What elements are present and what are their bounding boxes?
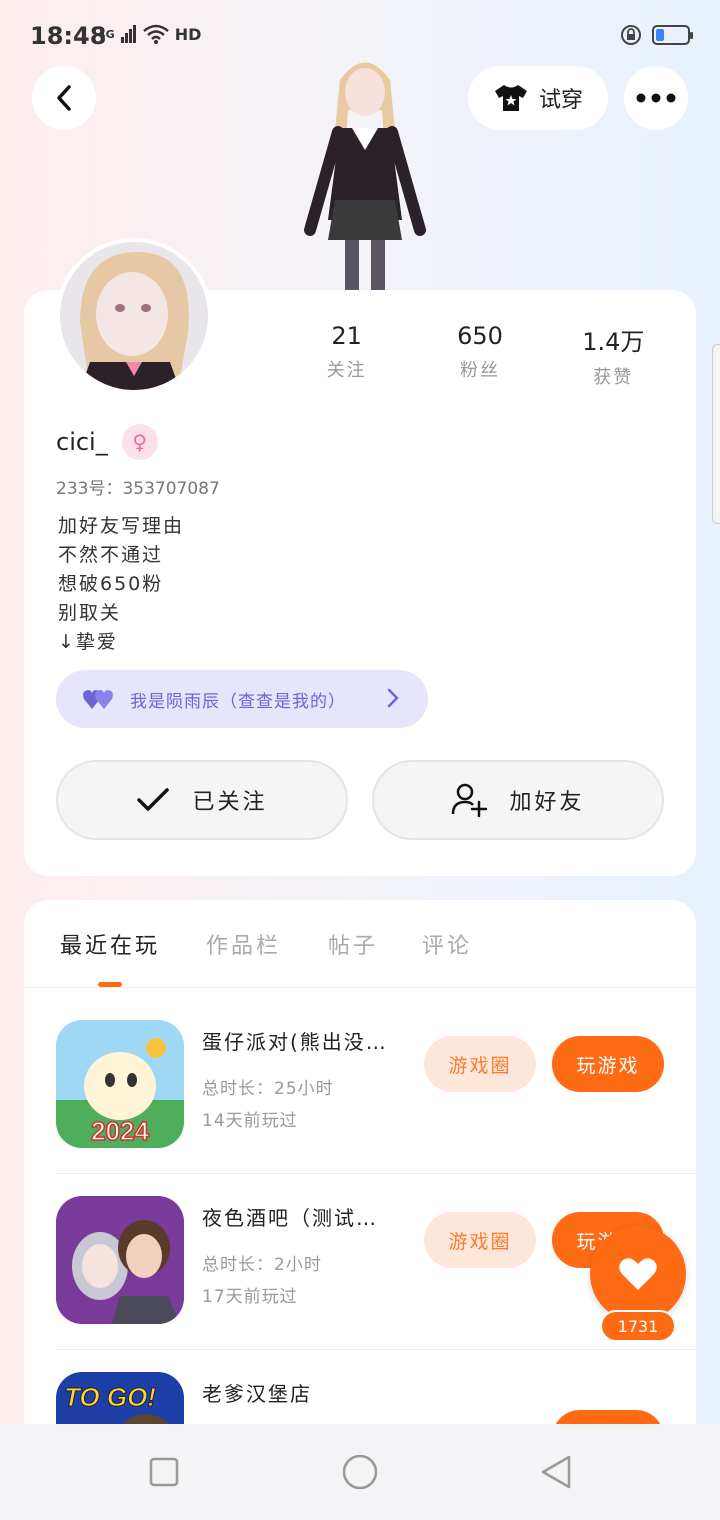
check-icon: [137, 788, 170, 811]
add-friend-label: 加好友: [509, 790, 585, 815]
circle-icon: [342, 1454, 378, 1490]
user-id[interactable]: 233号：353707087: [56, 474, 220, 499]
stat-followers[interactable]: 650 粉丝: [413, 322, 546, 389]
followers-count: 650: [457, 322, 503, 350]
game-icon-night-bar[interactable]: [56, 1196, 184, 1324]
try-on-button[interactable]: 试穿: [468, 66, 608, 130]
signal-icon: [120, 25, 136, 43]
wifi-icon: [142, 24, 169, 44]
games-card: 最近在玩 作品栏 帖子 评论 2024 蛋仔派对(熊出没… 总时长：25小时 1…: [24, 900, 696, 1440]
game-icon-text: TO GO!: [64, 1382, 156, 1412]
status-time: 18:48: [30, 22, 107, 50]
cp-relationship-pill[interactable]: 我是陨雨辰（查查是我的）: [56, 670, 428, 728]
following-label: 关注: [326, 360, 367, 381]
profile-stats: 21 关注 650 粉丝 1.4万 获赞: [280, 322, 680, 389]
bio-line: 加好友写理由: [58, 515, 185, 537]
tab-works[interactable]: 作品栏: [206, 928, 281, 960]
status-icons: 4G HD: [98, 24, 201, 44]
recent-apps-button[interactable]: [142, 1450, 186, 1494]
female-gender-icon: ♀: [121, 424, 158, 460]
game-total-time: 总时长：2小时: [202, 1255, 322, 1275]
tshirt-icon: [494, 85, 527, 111]
tab-bar: 最近在玩 作品栏 帖子 评论: [24, 900, 696, 988]
play-game-button[interactable]: 玩游戏: [552, 1036, 664, 1092]
more-dots-icon: [636, 93, 676, 103]
bio-line: 想破650粉: [58, 573, 164, 595]
chevron-right-icon: [387, 688, 399, 708]
username: cici_: [56, 428, 108, 456]
game-last-played: 14天前玩过: [202, 1111, 298, 1131]
add-user-icon: [452, 783, 488, 818]
bio-line: 别取关: [58, 602, 122, 624]
active-tab-indicator: [98, 982, 122, 987]
tab-recently-played[interactable]: 最近在玩: [60, 928, 160, 960]
game-icon-eggy-party[interactable]: 2024: [56, 1020, 184, 1148]
name-row: cici_ ♀: [56, 424, 158, 460]
bio-line: 不然不通过: [58, 544, 164, 566]
bio-line: ↓挚爱: [58, 631, 118, 653]
following-count: 21: [331, 322, 362, 350]
game-circle-button[interactable]: 游戏圈: [424, 1212, 536, 1268]
square-icon: [149, 1457, 179, 1487]
game-icon-text: 2024: [91, 1116, 149, 1146]
following-button[interactable]: 已关注: [56, 760, 348, 840]
stat-following[interactable]: 21 关注: [280, 322, 413, 389]
likes-count: 1.4万: [582, 328, 645, 356]
cp-text: 我是陨雨辰（查查是我的）: [130, 691, 346, 712]
stat-likes[interactable]: 1.4万 获赞: [547, 322, 680, 389]
likes-label: 获赞: [593, 367, 634, 388]
tab-comments[interactable]: 评论: [422, 928, 472, 960]
battery-icon: [652, 25, 693, 45]
back-button[interactable]: [32, 66, 96, 130]
followers-label: 粉丝: [459, 360, 500, 381]
game-last-played: 17天前玩过: [202, 1287, 298, 1307]
bio: 加好友写理由 不然不通过 想破650粉 别取关 ↓挚爱: [58, 512, 184, 657]
battery-level: [656, 29, 664, 41]
chevron-left-icon: [57, 85, 71, 111]
try-on-label: 试穿: [538, 88, 583, 113]
tab-posts[interactable]: 帖子: [328, 928, 378, 960]
back-nav-button[interactable]: [534, 1450, 578, 1494]
game-title: 蛋仔派对(熊出没…: [202, 1030, 388, 1054]
game-total-time: 总时长：25小时: [202, 1079, 334, 1099]
like-button[interactable]: [590, 1226, 686, 1322]
heart-icon: [619, 1258, 657, 1290]
status-right: [620, 24, 693, 46]
game-title: 老爹汉堡店: [202, 1382, 312, 1406]
network-label: 4G: [98, 27, 115, 41]
home-button[interactable]: [338, 1450, 382, 1494]
double-heart-icon: [83, 690, 113, 709]
like-count: 1731: [600, 1310, 676, 1342]
game-circle-button[interactable]: 游戏圈: [424, 1036, 536, 1092]
game-title: 夜色酒吧（测试…: [202, 1206, 378, 1230]
add-friend-button[interactable]: 加好友: [372, 760, 664, 840]
rotation-lock-icon: [621, 25, 641, 45]
side-drawer-handle[interactable]: [712, 344, 720, 524]
triangle-back-icon: [541, 1455, 571, 1489]
3d-avatar-figure[interactable]: [290, 50, 440, 290]
system-nav-bar: [0, 1424, 720, 1520]
following-button-label: 已关注: [192, 790, 268, 815]
hd-label: HD: [174, 24, 202, 44]
more-button[interactable]: [624, 66, 688, 130]
avatar[interactable]: [56, 238, 212, 394]
game-row[interactable]: 2024 蛋仔派对(熊出没… 总时长：25小时 14天前玩过 游戏圈 玩游戏: [56, 998, 696, 1174]
